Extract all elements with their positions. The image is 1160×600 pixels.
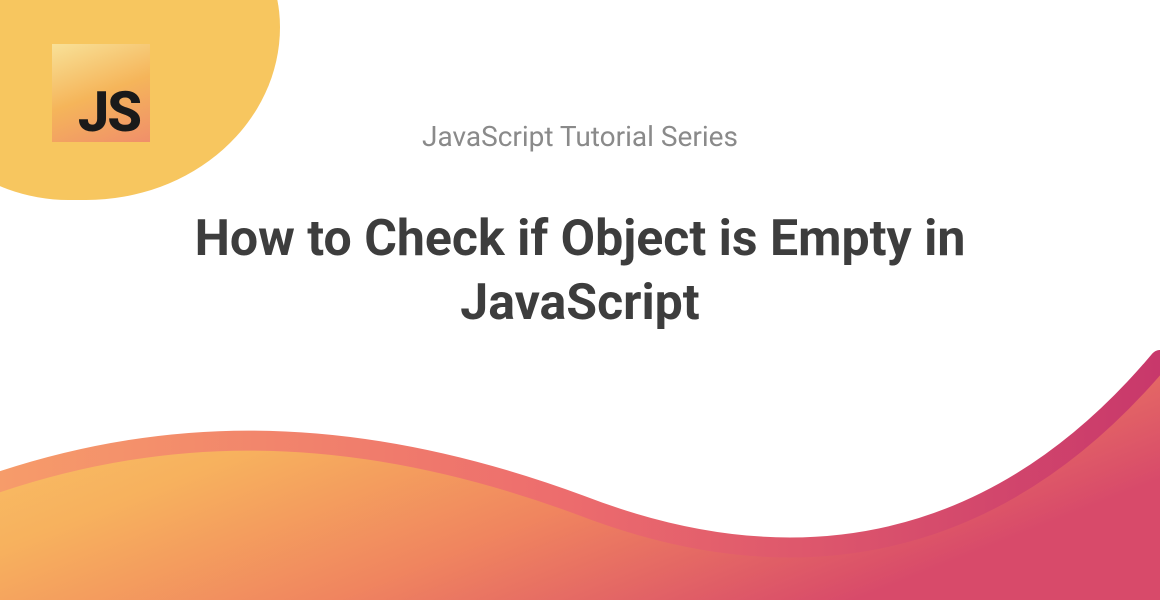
series-subtitle: JavaScript Tutorial Series xyxy=(422,120,738,153)
decorative-wave-bottom xyxy=(0,340,1160,600)
page-title: How to Check if Object is Empty in JavaS… xyxy=(105,207,1055,335)
